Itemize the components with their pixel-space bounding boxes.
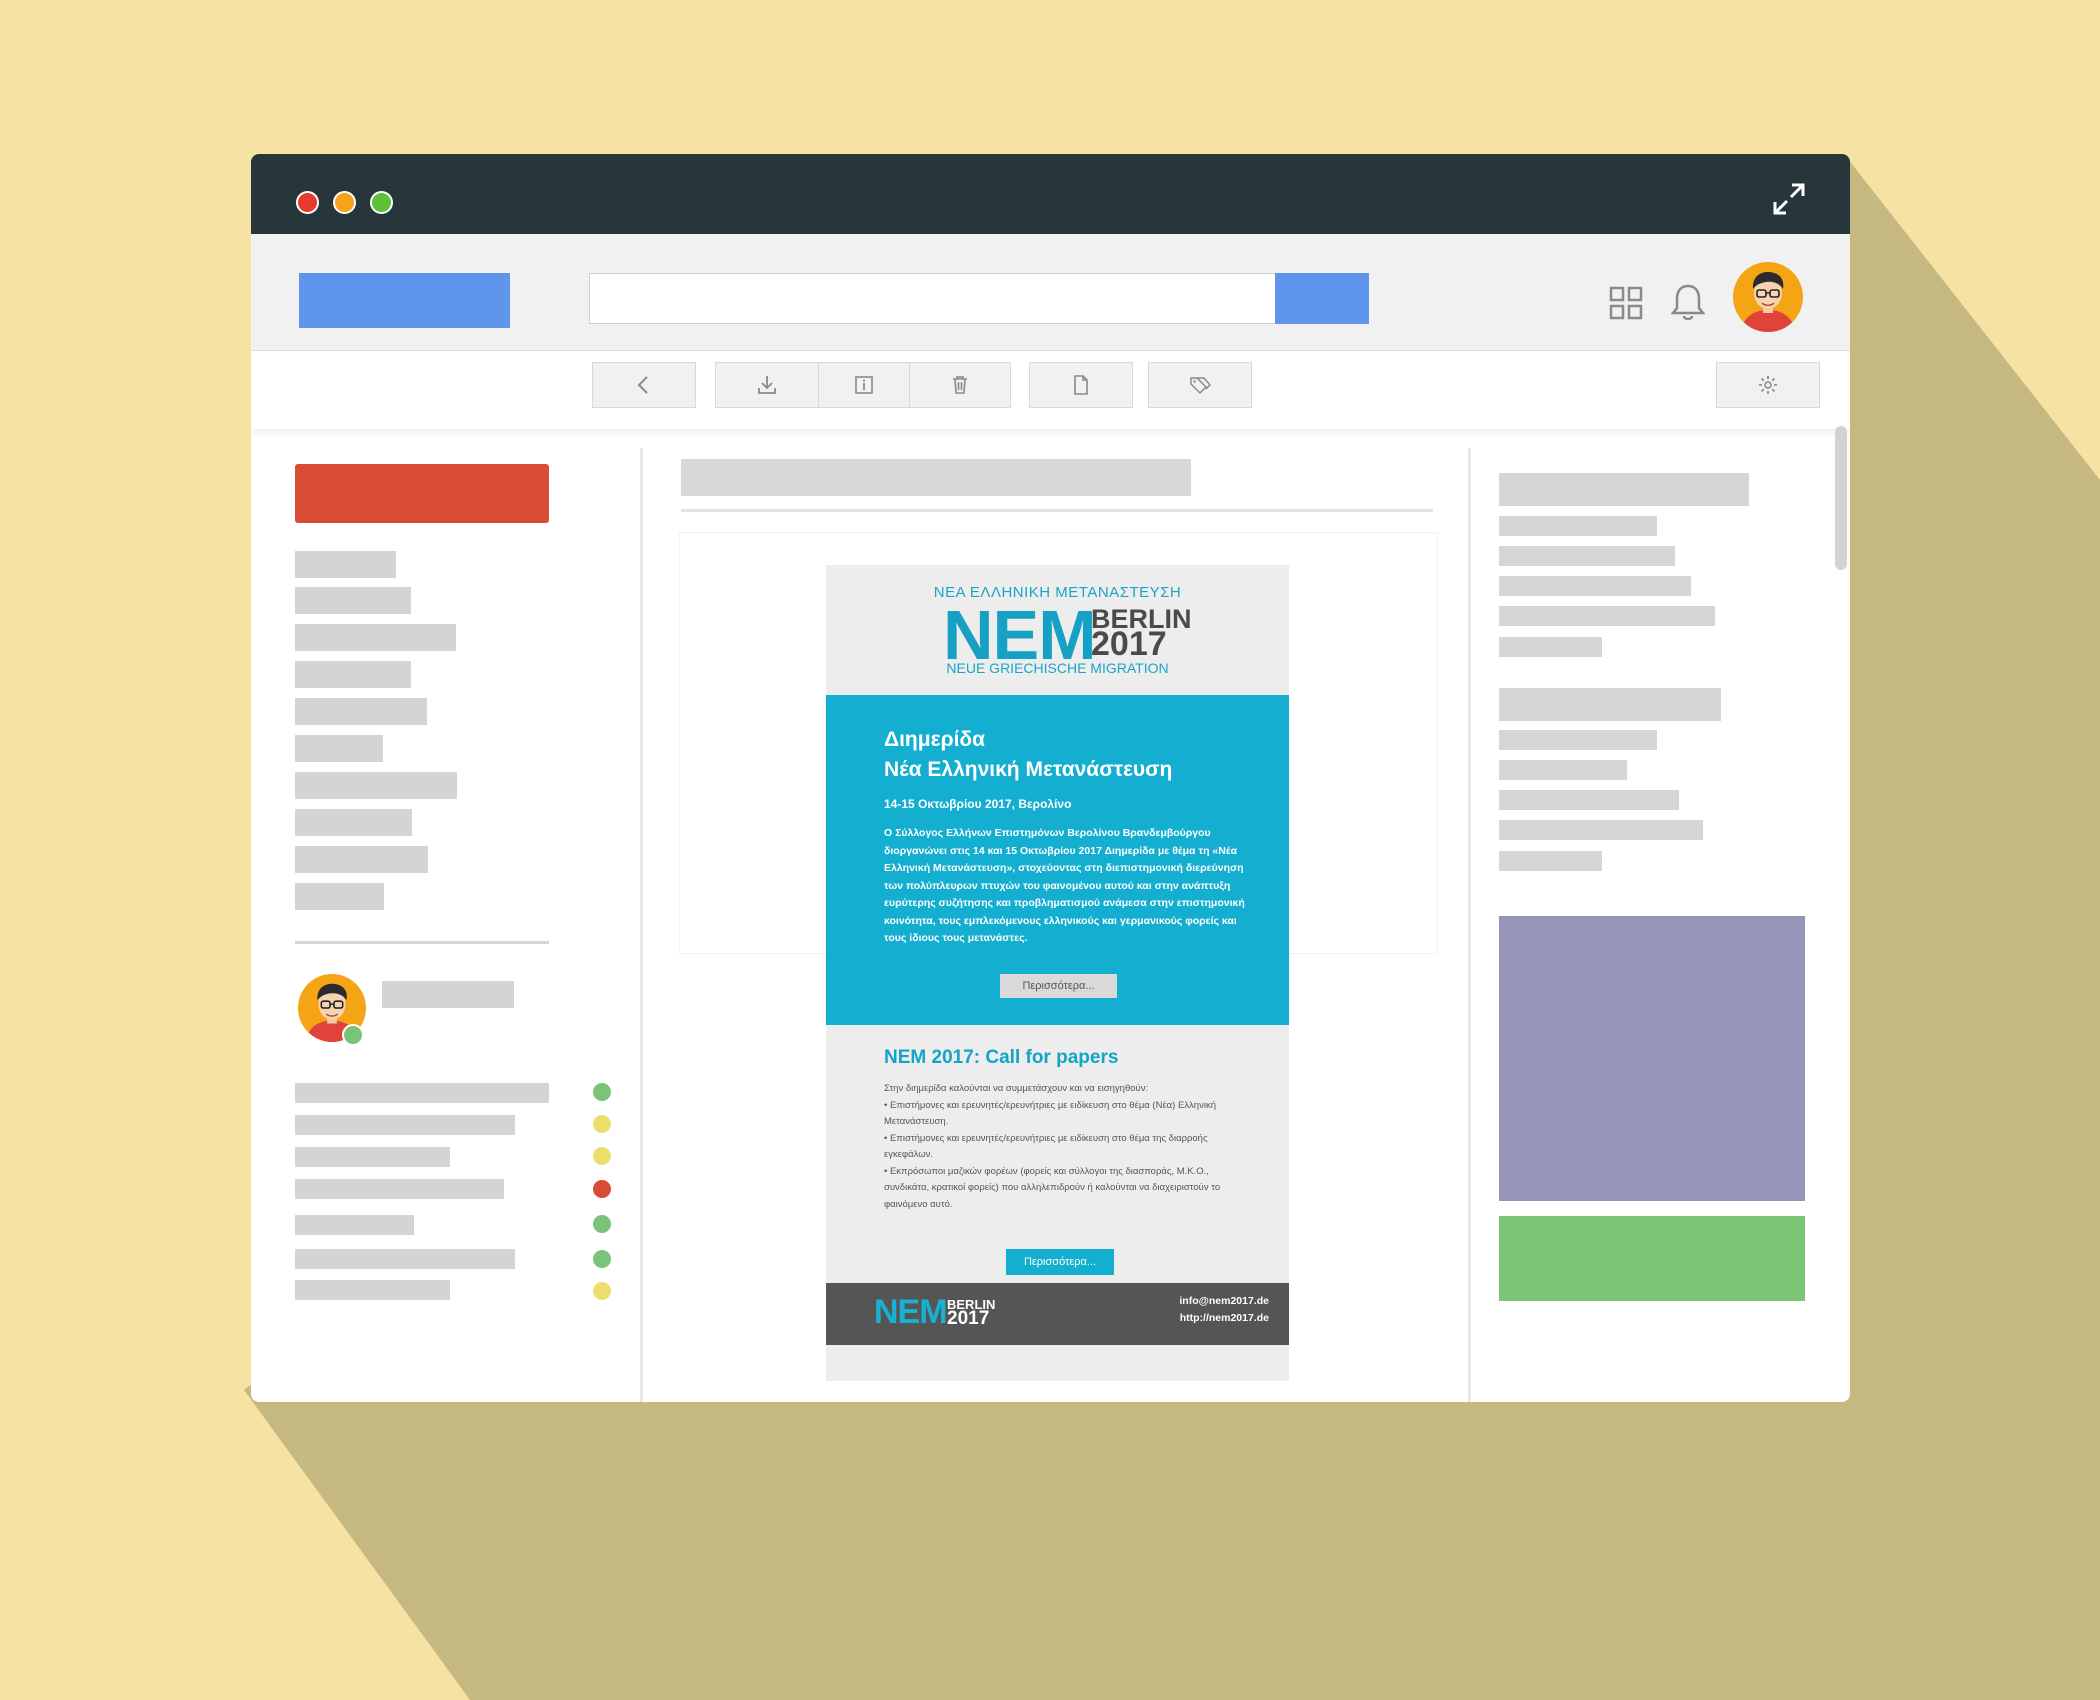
subject-divider — [681, 509, 1433, 512]
message-subject — [681, 459, 1191, 496]
sidebar-item[interactable] — [295, 587, 411, 614]
online-status-dot — [342, 1024, 364, 1046]
sidebar-item[interactable] — [295, 624, 456, 651]
document-icon — [1074, 375, 1088, 395]
contact-name — [382, 981, 514, 1008]
cfp-item: • Εκπρόσωποι μαζικών φορέων (φορείς και … — [884, 1165, 1221, 1210]
contact-row[interactable] — [295, 1179, 504, 1199]
right-panel-line — [1499, 637, 1602, 657]
right-panel-line — [1499, 851, 1602, 871]
label-button[interactable] — [1148, 362, 1252, 408]
right-panel-line — [1499, 516, 1657, 536]
ad-banner-green[interactable] — [1499, 1216, 1805, 1301]
contact-row[interactable] — [295, 1280, 450, 1300]
user-avatar[interactable] — [1733, 262, 1803, 332]
right-panel-line — [1499, 606, 1715, 626]
sidebar-item[interactable] — [295, 809, 412, 836]
right-panel-heading — [1499, 688, 1721, 721]
status-dot — [593, 1215, 611, 1233]
right-panel-line — [1499, 576, 1691, 596]
hero-subtitle: Νέα Ελληνική Μετανάστευση — [884, 758, 1173, 781]
sidebar-item[interactable] — [295, 551, 396, 578]
contact-row[interactable] — [295, 1249, 515, 1269]
right-panel-heading — [1499, 473, 1749, 506]
contact-row[interactable] — [295, 1215, 414, 1235]
sidebar-item[interactable] — [295, 698, 427, 725]
app-header — [251, 234, 1850, 351]
minimize-window-button[interactable] — [333, 191, 356, 214]
close-window-button[interactable] — [296, 191, 319, 214]
delete-button[interactable] — [909, 362, 1011, 408]
newsletter-subtitle: NEUE GRIECHISCHE MIGRATION — [946, 660, 1169, 676]
sidebar-item[interactable] — [295, 661, 411, 688]
sidebar-divider — [295, 941, 549, 944]
sidebar-item[interactable] — [295, 846, 428, 873]
gear-icon — [1759, 376, 1777, 394]
status-dot — [593, 1083, 611, 1101]
logo-year-text: 2017 — [1091, 625, 1167, 663]
status-dot — [593, 1147, 611, 1165]
hero-section: Διημερίδα Νέα Ελληνική Μετανάστευση 14-1… — [826, 695, 1289, 1025]
newsletter-email: ΝΕΑ ΕΛΛΗΝΙΚΗ ΜΕΤΑΝΑΣΤΕΥΣΗ NEM BERLIN 201… — [826, 565, 1289, 1381]
message-toolbar — [251, 351, 1850, 429]
ad-banner-purple[interactable] — [1499, 916, 1805, 1201]
left-column-divider — [640, 448, 643, 1402]
right-panel-line — [1499, 730, 1657, 750]
footer-contact: info@nem2017.de http://nem2017.de — [1179, 1293, 1269, 1327]
status-dot — [593, 1282, 611, 1300]
avatar-illustration — [1741, 272, 1795, 332]
app-logo[interactable] — [299, 273, 510, 328]
contact-row[interactable] — [295, 1115, 515, 1135]
download-button[interactable] — [715, 362, 819, 408]
bell-icon[interactable] — [1669, 282, 1707, 322]
apps-grid-icon[interactable] — [1609, 286, 1643, 320]
footer-url-link[interactable]: http://nem2017.de — [1179, 1310, 1269, 1327]
cfp-item: • Επιστήμονες και ερευνητές/ερευνήτριες … — [884, 1099, 1216, 1128]
expand-icon[interactable] — [1772, 182, 1806, 216]
contact-row[interactable] — [295, 1083, 549, 1103]
cfp-body: Στην διημερίδα καλούνται να συμμετάσχουν… — [884, 1081, 1254, 1213]
search-input[interactable] — [589, 273, 1279, 324]
hero-title: Διημερίδα — [884, 728, 986, 751]
sidebar-item[interactable] — [295, 735, 383, 762]
sidebar-item[interactable] — [295, 883, 384, 910]
trash-icon — [953, 376, 967, 394]
sidebar-item[interactable] — [295, 772, 457, 799]
hero-more-button[interactable]: Περισσότερα... — [1000, 974, 1117, 998]
download-icon — [758, 376, 776, 394]
footer-logo-year: 2017 — [947, 1308, 990, 1329]
scrollbar-thumb[interactable] — [1835, 426, 1847, 570]
status-dot — [593, 1250, 611, 1268]
right-panel-line — [1499, 546, 1675, 566]
contact-row[interactable] — [295, 1147, 450, 1167]
back-button[interactable] — [592, 362, 696, 408]
tag-icon — [1190, 377, 1211, 395]
status-dot — [593, 1115, 611, 1133]
cfp-intro: Στην διημερίδα καλούνται να συμμετάσχουν… — [884, 1083, 1149, 1094]
right-panel-line — [1499, 820, 1703, 840]
info-icon — [855, 376, 873, 394]
right-panel-line — [1499, 790, 1679, 810]
settings-button[interactable] — [1716, 362, 1820, 408]
cfp-more-button[interactable]: Περισσότερα... — [1006, 1249, 1114, 1275]
right-panel-line — [1499, 760, 1627, 780]
status-dot — [593, 1180, 611, 1198]
zoom-window-button[interactable] — [370, 191, 393, 214]
cfp-item: • Επιστήμονες και ερευνητές/ερευνήτριες … — [884, 1132, 1208, 1161]
newsletter-footer: NEM BERLIN 2017 info@nem2017.de http://n… — [826, 1283, 1289, 1345]
browser-window: ΝΕΑ ΕΛΛΗΝΙΚΗ ΜΕΤΑΝΑΣΤΕΥΣΗ NEM BERLIN 201… — [251, 154, 1850, 1402]
cfp-title: NEM 2017: Call for papers — [884, 1047, 1119, 1068]
info-button[interactable] — [818, 362, 910, 408]
compose-button[interactable] — [295, 464, 549, 523]
hero-description: Ο Σύλλογος Ελλήνων Επιστημόνων Βερολίνου… — [884, 827, 1245, 944]
right-column-divider — [1468, 448, 1471, 1402]
back-icon — [637, 376, 648, 394]
event-date: 14-15 Οκτωβρίου 2017, Βερολίνο — [884, 797, 1072, 811]
footer-email-link[interactable]: info@nem2017.de — [1179, 1293, 1269, 1310]
document-button[interactable] — [1029, 362, 1133, 408]
search-button[interactable] — [1275, 273, 1369, 324]
window-titlebar — [251, 154, 1850, 234]
footer-logo-nem: NEM — [874, 1293, 948, 1331]
